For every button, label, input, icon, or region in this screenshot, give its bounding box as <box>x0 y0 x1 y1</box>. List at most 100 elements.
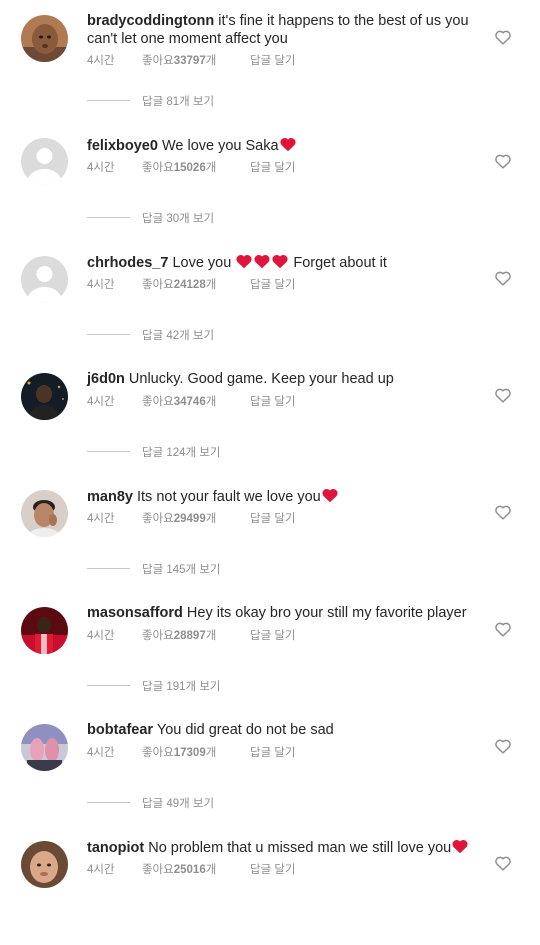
heart-icon[interactable] <box>494 504 512 520</box>
avatar[interactable] <box>21 607 68 654</box>
comment-body: We love you Saka <box>161 138 279 154</box>
comment-meta: 4시간 좋아요 28897개 답글 달기 <box>87 629 296 643</box>
comment-meta: 4시간 좋아요 25016개 답글 달기 <box>87 863 296 877</box>
likes-count: 15026 <box>173 162 206 174</box>
comment-text: man8y Its not your fault we love you <box>87 487 482 508</box>
replies-count: 30 <box>166 213 180 225</box>
likes-prefix: 좋아요 <box>142 396 174 408</box>
replies-count: 124 <box>166 447 186 459</box>
comment-body: Hey its okay bro your still my favorite … <box>186 605 467 621</box>
reply-button[interactable]: 답글 달기 <box>250 629 296 643</box>
red-heart-emoji-icon <box>253 253 271 274</box>
view-replies-button[interactable]: 답글 42개 보기 <box>87 329 214 343</box>
heart-icon[interactable] <box>494 855 512 871</box>
avatar[interactable] <box>21 490 68 537</box>
comment-likes[interactable]: 좋아요 29499개 <box>142 512 250 526</box>
comment-body: No problem that u missed man we still lo… <box>148 840 452 856</box>
view-replies-suffix: 개 보기 <box>185 447 221 459</box>
avatar[interactable] <box>21 138 68 185</box>
view-replies-suffix: 개 보기 <box>179 798 215 810</box>
heart-icon[interactable] <box>494 738 512 754</box>
view-replies-prefix: 답글 <box>142 96 167 108</box>
comment-text: bobtafear You did great do not be sad <box>87 721 482 739</box>
comment-meta: 4시간 좋아요 29499개 답글 달기 <box>87 512 296 526</box>
comment-item: j6d0n Unlucky. Good game. Keep your head… <box>0 360 540 477</box>
comment-likes[interactable]: 좋아요 28897개 <box>142 629 250 643</box>
comment-username[interactable]: bradycoddingtonn <box>87 13 214 29</box>
view-replies-button[interactable]: 답글 81개 보기 <box>87 95 214 109</box>
avatar[interactable] <box>21 841 68 888</box>
red-heart-emoji-icon <box>235 253 253 274</box>
likes-prefix: 좋아요 <box>142 279 174 291</box>
likes-suffix: 개 <box>205 864 217 876</box>
comment-item: tanopiot No problem that u missed man we… <box>0 828 540 945</box>
red-heart-emoji-icon <box>279 136 297 157</box>
reply-button[interactable]: 답글 달기 <box>250 746 296 760</box>
view-replies-prefix: 답글 <box>142 798 167 810</box>
heart-icon[interactable] <box>494 270 512 286</box>
likes-prefix: 좋아요 <box>142 747 174 759</box>
comment-username[interactable]: j6d0n <box>87 371 125 387</box>
comment-time: 4시간 <box>87 162 115 174</box>
avatar[interactable] <box>21 256 68 303</box>
reply-button[interactable]: 답글 달기 <box>250 278 296 292</box>
view-replies-prefix: 답글 <box>142 213 167 225</box>
replies-divider <box>87 100 130 101</box>
likes-suffix: 개 <box>205 396 217 408</box>
heart-icon[interactable] <box>494 621 512 637</box>
comment-likes[interactable]: 좋아요 17309개 <box>142 746 250 760</box>
likes-count: 34746 <box>173 396 206 408</box>
likes-suffix: 개 <box>205 162 217 174</box>
avatar[interactable] <box>21 373 68 420</box>
avatar[interactable] <box>21 15 68 62</box>
comment-username[interactable]: tanopiot <box>87 840 144 856</box>
view-replies-button[interactable]: 답글 30개 보기 <box>87 212 214 226</box>
comment-likes[interactable]: 좋아요 33797개 <box>142 54 250 68</box>
comment-username[interactable]: chrhodes_7 <box>87 255 168 271</box>
comment-item: man8y Its not your fault we love you 4시간… <box>0 477 540 594</box>
view-replies-button[interactable]: 답글 49개 보기 <box>87 797 214 811</box>
replies-count: 42 <box>166 330 180 342</box>
likes-prefix: 좋아요 <box>142 55 174 67</box>
replies-divider <box>87 802 130 803</box>
comment-likes[interactable]: 좋아요 34746개 <box>142 395 250 409</box>
comment-meta: 4시간 좋아요 33797개 답글 달기 <box>87 54 296 68</box>
reply-button[interactable]: 답글 달기 <box>250 54 296 68</box>
comment-body: Its not your fault we love you <box>136 489 321 505</box>
view-replies-prefix: 답글 <box>142 681 167 693</box>
likes-prefix: 좋아요 <box>142 864 174 876</box>
view-replies-button[interactable]: 답글 191개 보기 <box>87 680 220 694</box>
likes-suffix: 개 <box>205 513 217 525</box>
view-replies-button[interactable]: 답글 124개 보기 <box>87 446 220 460</box>
comment-time: 4시간 <box>87 747 115 759</box>
comment-likes[interactable]: 좋아요 25016개 <box>142 863 250 877</box>
likes-prefix: 좋아요 <box>142 513 174 525</box>
replies-divider <box>87 451 130 452</box>
heart-icon[interactable] <box>494 153 512 169</box>
comment-username[interactable]: felixboye0 <box>87 138 158 154</box>
comment-text: j6d0n Unlucky. Good game. Keep your head… <box>87 370 482 388</box>
red-heart-emoji-icon <box>271 253 289 274</box>
likes-count: 29499 <box>173 513 206 525</box>
comment-username[interactable]: masonsafford <box>87 605 183 621</box>
heart-icon[interactable] <box>494 29 512 45</box>
avatar[interactable] <box>21 724 68 771</box>
likes-suffix: 개 <box>205 630 217 642</box>
comment-likes[interactable]: 좋아요 15026개 <box>142 161 250 175</box>
reply-button[interactable]: 답글 달기 <box>250 863 296 877</box>
comment-username[interactable]: man8y <box>87 489 133 505</box>
comment-meta: 4시간 좋아요 34746개 답글 달기 <box>87 395 296 409</box>
view-replies-suffix: 개 보기 <box>179 96 215 108</box>
view-replies-button[interactable]: 답글 145개 보기 <box>87 563 220 577</box>
view-replies-suffix: 개 보기 <box>179 213 215 225</box>
replies-divider <box>87 685 130 686</box>
red-heart-emoji-icon <box>321 487 339 508</box>
heart-icon[interactable] <box>494 387 512 403</box>
comment-item: masonsafford Hey its okay bro your still… <box>0 594 540 711</box>
comment-likes[interactable]: 좋아요 24128개 <box>142 278 250 292</box>
reply-button[interactable]: 답글 달기 <box>250 512 296 526</box>
reply-button[interactable]: 답글 달기 <box>250 161 296 175</box>
comment-username[interactable]: bobtafear <box>87 722 153 738</box>
reply-button[interactable]: 답글 달기 <box>250 395 296 409</box>
comment-meta: 4시간 좋아요 17309개 답글 달기 <box>87 746 296 760</box>
